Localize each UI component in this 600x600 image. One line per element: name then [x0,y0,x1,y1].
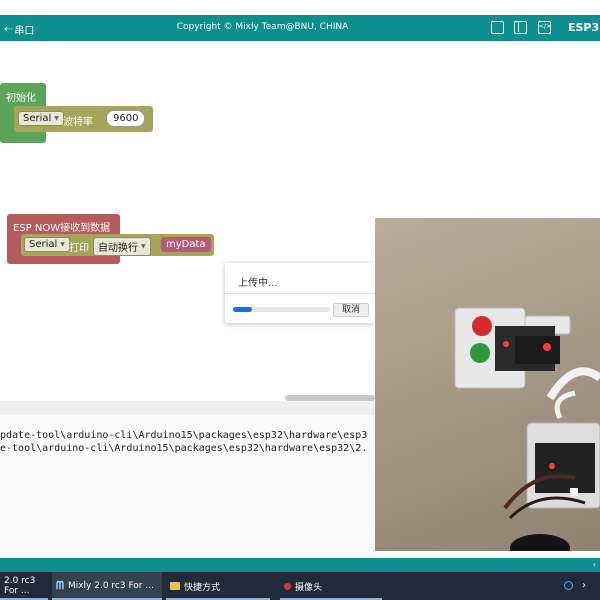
upload-dialog: 上传中... 取消 [225,263,375,323]
serial-dropdown[interactable]: Serial ▼ [24,237,70,252]
taskbar-item-label: 快捷方式 [184,582,221,593]
top-toolbar: ⇠ 串口 Copyright © Mixly Team@BNU, CHINA <… [0,15,600,41]
tray-app-icon[interactable] [564,581,573,590]
baud-rate-input[interactable]: 9600 [106,110,146,127]
taskbar-item[interactable]: 2.0 rc3 For ... [0,572,52,600]
expand-tray-icon[interactable]: › [582,580,586,591]
upload-progress-fill [233,307,253,312]
camera-icon [284,582,291,590]
status-bar: ‹ [0,558,600,572]
copyright-text: Copyright © Mixly Team@BNU, CHINA [176,22,349,32]
taskbar-item-label: 2.0 rc3 For ... [4,576,36,596]
mixly-icon: ᗰ [56,579,64,592]
console-line: pdate-tool\arduino-cli\Arduino15\package… [0,430,368,441]
camera-feed-image [454,307,600,551]
mydata-variable[interactable]: myData [161,237,211,252]
cancel-button[interactable]: 取消 [333,303,369,317]
taskbar-item-camera[interactable]: 摄像头 [280,572,386,600]
taskbar-item-mixly[interactable]: ᗰ Mixly 2.0 rc3 For ... [52,572,162,600]
serial-dropdown-value: Serial [23,113,52,124]
windows-taskbar: 2.0 rc3 For ... ᗰ Mixly 2.0 rc3 For ... … [0,572,600,600]
output-console: pdate-tool\arduino-cli\Arduino15\package… [0,401,375,558]
upload-message: 上传中... [238,278,278,289]
taskbar-item-shortcut[interactable]: 快捷方式 [166,572,274,600]
status-indicator-icon: ‹ [592,560,596,569]
upload-progress-bar [233,307,330,312]
serial-dropdown-value: Serial [29,239,58,250]
console-line: e-tool\arduino-cli\Arduino15\packages\es… [0,443,368,454]
newline-dropdown-value: 自动换行 [98,243,138,254]
baud-rate-label: 波特率 [63,117,93,128]
serial-print-block[interactable]: Serial ▼ 打印 自动换行 ▼ myData [21,234,214,256]
espnow-block-title: ESP NOW接收到数据 [13,223,111,234]
newline-dropdown[interactable]: 自动换行 ▼ [93,237,151,256]
serial-begin-block[interactable]: Serial ▼ 波特率 9600 [14,106,153,132]
camera-view [375,218,600,551]
system-tray[interactable]: › [560,572,600,600]
print-label: 打印 [69,243,89,254]
split-view-icon[interactable] [514,21,527,34]
chevron-down-icon: ▼ [60,241,65,248]
serial-dropdown[interactable]: Serial ▼ [18,111,64,126]
code-view-icon[interactable]: </> [538,21,551,34]
board-selector[interactable]: ESP32 [568,21,600,34]
taskbar-item-label: 摄像头 [295,582,323,593]
console-header [0,401,375,415]
folder-icon [170,582,180,590]
chevron-down-icon: ▼ [141,243,146,250]
setup-block-title: 初始化 [6,93,36,104]
taskbar-item-label: Mixly 2.0 rc3 For ... [67,581,154,591]
chevron-down-icon: ▼ [54,115,59,122]
dialog-divider [225,293,375,294]
save-icon[interactable] [491,21,504,34]
